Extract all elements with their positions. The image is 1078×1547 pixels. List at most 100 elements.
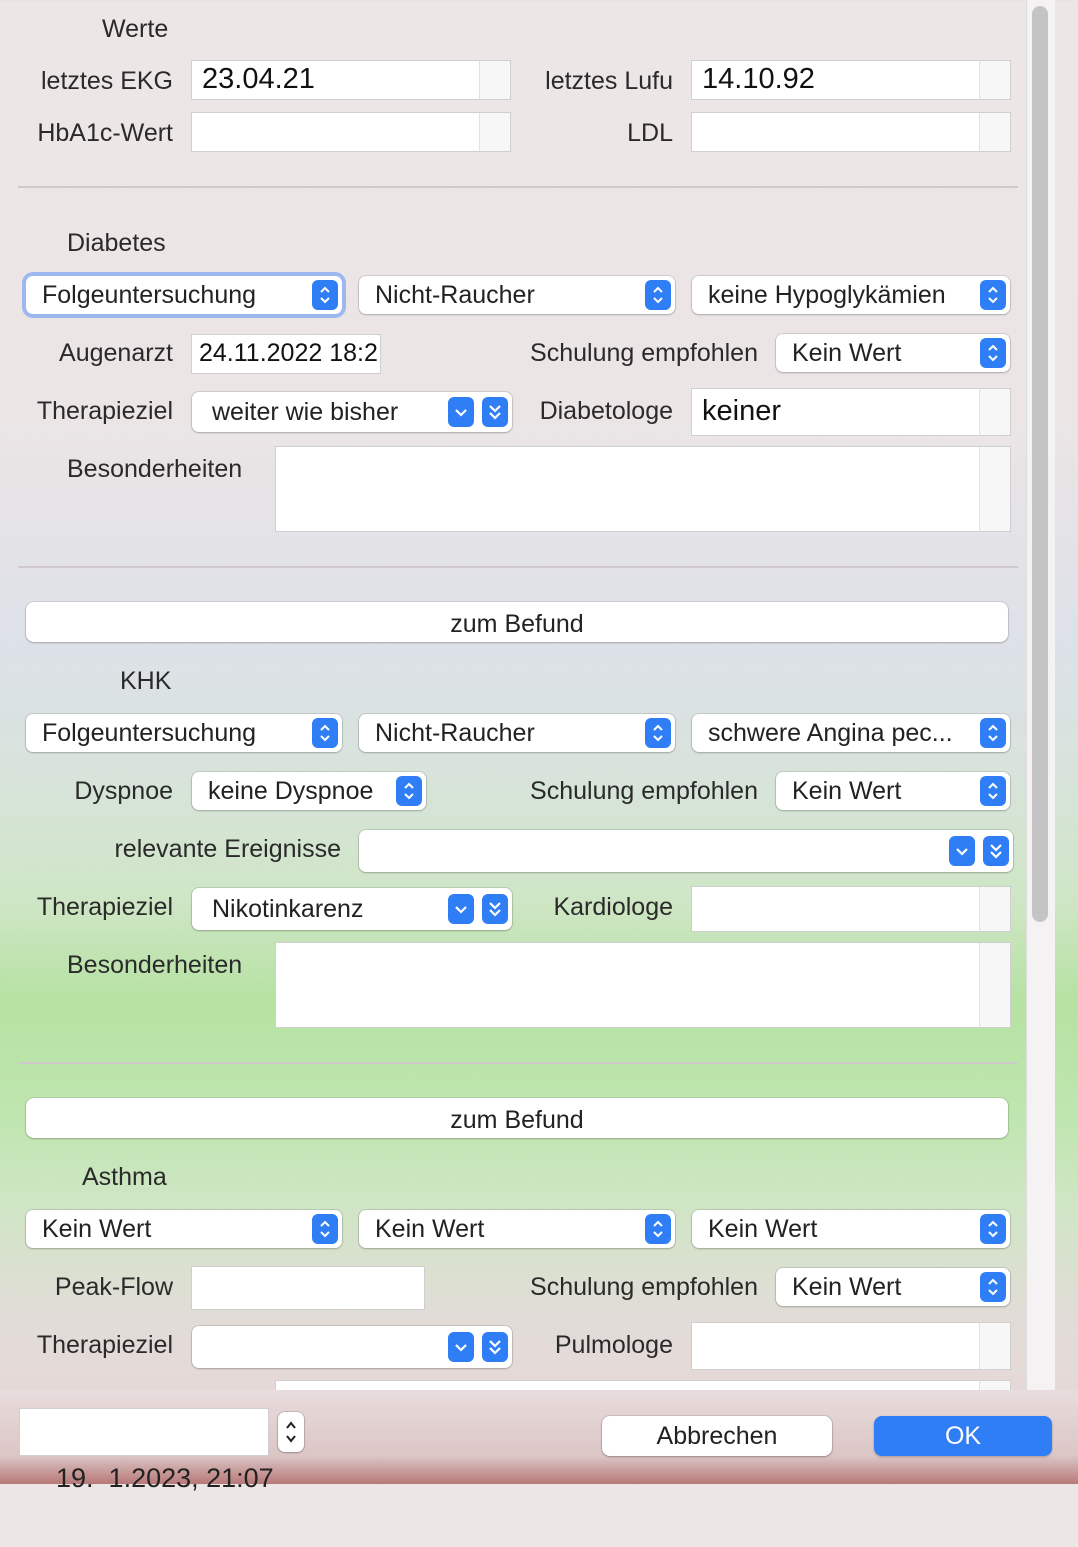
peakflow-label: Peak-Flow [54, 1273, 173, 1301]
field-scrollbar [979, 943, 1010, 1027]
date-stepper[interactable] [278, 1412, 304, 1452]
asthma-popup-1[interactable]: Kein Wert [26, 1210, 342, 1248]
diabetes-therapie-combobox[interactable]: weiter wie bisher [192, 392, 512, 432]
section-title-khk: KHK [120, 667, 172, 695]
chevron-down-icon[interactable] [448, 1332, 474, 1362]
scrollbar-thumb[interactable] [1032, 6, 1048, 922]
chevron-down-icon[interactable] [448, 894, 474, 924]
popup-value: Kein Wert [708, 1214, 818, 1243]
diabetologe-value: keiner [702, 395, 781, 427]
diabetes-besonderheiten-label: Besonderheiten [67, 455, 243, 483]
diabetes-schulung-label: Schulung empfohlen [530, 339, 758, 367]
popup-value: schwere Angina pec... [708, 718, 953, 747]
updown-chevron-icon [980, 1272, 1006, 1302]
double-chevron-down-icon[interactable] [482, 1332, 508, 1362]
diabetes-besonderheiten-textarea[interactable] [275, 446, 1011, 532]
updown-chevron-icon [980, 776, 1006, 806]
combo-value: Nikotinkarenz [212, 894, 364, 923]
diabetes-schulung-popup[interactable]: Kein Wert [776, 334, 1010, 372]
dyspnoe-popup[interactable]: keine Dyspnoe [192, 772, 426, 810]
khk-angina-popup[interactable]: schwere Angina pec... [692, 714, 1010, 752]
updown-chevron-icon [645, 280, 671, 310]
kardiologe-label: Kardiologe [553, 893, 673, 921]
popup-value: Folgeuntersuchung [42, 718, 257, 747]
diabetologe-field[interactable]: keiner [691, 388, 1011, 436]
lufu-field[interactable]: 14.10.92 [691, 60, 1011, 100]
diabetologe-label: Diabetologe [539, 397, 673, 425]
double-chevron-down-icon[interactable] [482, 397, 508, 427]
field-scrollbar [979, 113, 1010, 151]
section-title-asthma: Asthma [82, 1163, 167, 1191]
updown-chevron-icon [312, 1214, 338, 1244]
chevron-down-icon[interactable] [448, 397, 474, 427]
updown-chevron-icon [980, 718, 1006, 748]
dyspnoe-label: Dyspnoe [74, 777, 173, 805]
updown-chevron-icon [645, 1214, 671, 1244]
pulmologe-label: Pulmologe [554, 1331, 673, 1359]
asthma-befund-button[interactable]: zum Befund [26, 1098, 1008, 1138]
khk-befund-button[interactable]: zum Befund [26, 602, 1008, 642]
khk-therapie-label: Therapieziel [36, 893, 173, 921]
field-scrollbar [979, 447, 1010, 531]
cancel-button[interactable]: Abbrechen [602, 1416, 832, 1456]
combo-value: weiter wie bisher [212, 397, 399, 426]
peakflow-field[interactable] [191, 1266, 425, 1310]
hba1c-field[interactable] [191, 112, 511, 152]
asthma-schulung-popup[interactable]: Kein Wert [776, 1268, 1010, 1306]
updown-chevron-icon [645, 718, 671, 748]
field-scrollbar [979, 389, 1010, 435]
field-scrollbar [979, 61, 1010, 99]
ldl-field[interactable] [691, 112, 1011, 152]
asthma-popup-3[interactable]: Kein Wert [692, 1210, 1010, 1248]
khk-besonderheiten-textarea[interactable] [275, 942, 1011, 1028]
popup-value: Kein Wert [792, 1272, 902, 1301]
separator [18, 186, 1018, 188]
double-chevron-down-icon[interactable] [482, 894, 508, 924]
field-scrollbar [479, 113, 510, 151]
ereignisse-combobox[interactable] [359, 830, 1013, 872]
chevron-down-icon[interactable] [949, 836, 975, 866]
diabetes-exam-popup[interactable]: Folgeuntersuchung [26, 276, 342, 314]
date-time-value: 19. 1.2023, 21:07 [56, 1463, 274, 1493]
updown-chevron-icon [396, 776, 422, 806]
popup-value: Kein Wert [375, 1214, 485, 1243]
diabetes-hypo-popup[interactable]: keine Hypoglykämien [692, 276, 1010, 314]
popup-value: Nicht-Raucher [375, 718, 535, 747]
augenarzt-date-field[interactable]: 24.11.2022 18:2 [191, 334, 381, 374]
section-title-werte: Werte [102, 15, 169, 43]
ekg-field[interactable]: 23.04.21 [191, 60, 511, 100]
khk-exam-popup[interactable]: Folgeuntersuchung [26, 714, 342, 752]
asthma-schulung-label: Schulung empfohlen [530, 1273, 758, 1301]
stepper-arrows-icon [286, 1421, 296, 1443]
augenarzt-value: 24.11.2022 18:2 [199, 339, 378, 367]
khk-smoker-popup[interactable]: Nicht-Raucher [359, 714, 675, 752]
popup-value: keine Dyspnoe [208, 776, 374, 805]
popup-value: Nicht-Raucher [375, 280, 535, 309]
diabetes-smoker-popup[interactable]: Nicht-Raucher [359, 276, 675, 314]
asthma-popup-2[interactable]: Kein Wert [359, 1210, 675, 1248]
ldl-label: LDL [627, 119, 673, 147]
khk-schulung-label: Schulung empfohlen [530, 777, 758, 805]
field-scrollbar [979, 1323, 1010, 1369]
khk-therapie-combobox[interactable]: Nikotinkarenz [192, 888, 512, 930]
ok-button[interactable]: OK [874, 1416, 1052, 1456]
pulmologe-field[interactable] [691, 1322, 1011, 1370]
lufu-label: letztes Lufu [545, 67, 673, 95]
updown-chevron-icon [980, 1214, 1006, 1244]
ekg-value: 23.04.21 [202, 63, 315, 95]
field-scrollbar [979, 887, 1010, 931]
popup-value: Kein Wert [792, 776, 902, 805]
diabetes-therapie-label: Therapieziel [36, 397, 173, 425]
updown-chevron-icon [980, 280, 1006, 310]
asthma-therapie-combobox[interactable] [192, 1326, 512, 1368]
khk-schulung-popup[interactable]: Kein Wert [776, 772, 1010, 810]
field-scrollbar [479, 61, 510, 99]
hba1c-label: HbA1c-Wert [37, 119, 173, 147]
ereignisse-label: relevante Ereignisse [114, 835, 341, 863]
kardiologe-field[interactable] [691, 886, 1011, 932]
double-chevron-down-icon[interactable] [983, 836, 1009, 866]
updown-chevron-icon [312, 718, 338, 748]
date-time-field[interactable]: 19. 1.2023, 21:07 [19, 1408, 274, 1493]
separator [18, 1062, 1018, 1064]
separator [18, 566, 1018, 568]
